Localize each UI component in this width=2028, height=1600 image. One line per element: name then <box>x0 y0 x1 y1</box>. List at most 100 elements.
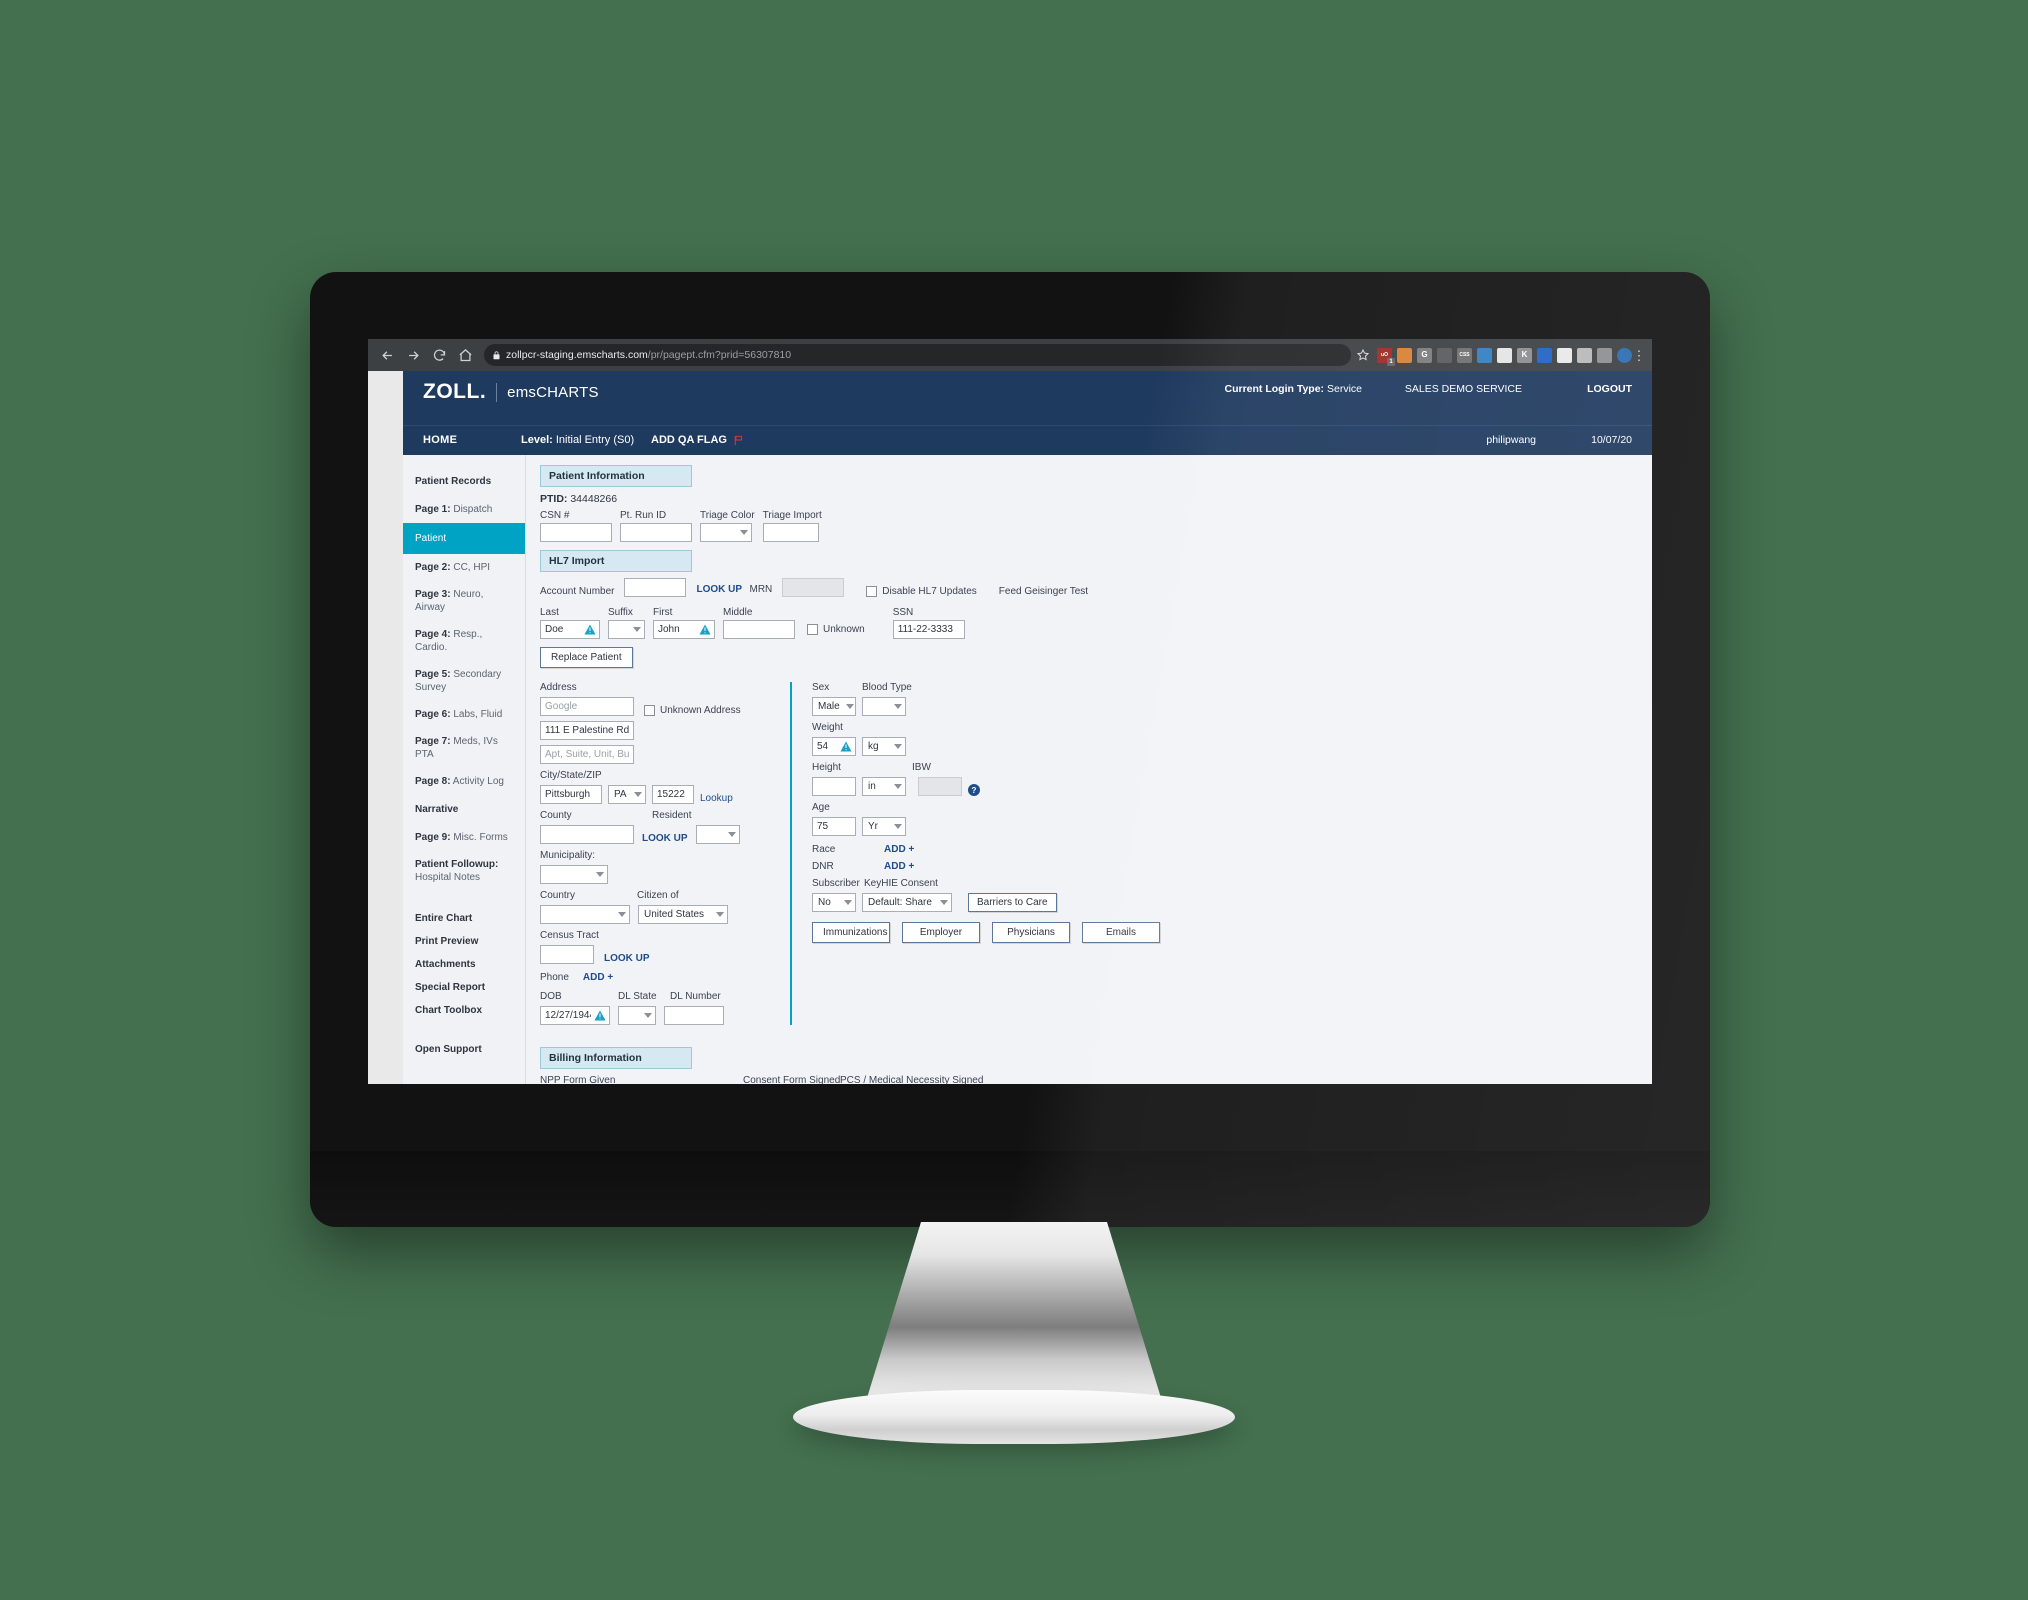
sidebar-item-special-report[interactable]: Special Report <box>403 976 525 999</box>
city-input[interactable] <box>540 785 602 804</box>
profile-avatar-icon[interactable] <box>1617 347 1632 363</box>
immunizations-button[interactable]: Immunizations <box>812 922 890 943</box>
metamask-extension-icon[interactable] <box>1397 347 1412 363</box>
sidebar-item-patient-records[interactable]: Patient Records <box>403 467 525 496</box>
home-icon[interactable] <box>452 342 478 368</box>
dl-number-input[interactable] <box>664 1006 724 1025</box>
pt-run-id-input[interactable] <box>620 523 692 542</box>
ssn-input[interactable] <box>892 620 965 639</box>
unknown-address-checkbox[interactable]: Unknown Address <box>644 705 741 716</box>
middle-name-input[interactable] <box>723 620 795 639</box>
color-page-extension-icon[interactable] <box>1497 347 1512 363</box>
sidebar-item-page-3-neuro-airway[interactable]: Page 3: Neuro, Airway <box>403 581 525 621</box>
triage-color-select[interactable] <box>700 523 752 542</box>
height-input[interactable] <box>812 777 856 796</box>
zip-lookup-link[interactable]: Lookup <box>700 793 733 804</box>
dob-input-wrap[interactable] <box>540 1006 610 1025</box>
triage-import-input[interactable] <box>762 523 819 542</box>
back-arrow-icon[interactable] <box>374 342 400 368</box>
resident-select[interactable] <box>695 825 740 844</box>
zip-input[interactable] <box>652 785 694 804</box>
sidebar-item-chart-toolbox[interactable]: Chart Toolbox <box>403 999 525 1022</box>
census-lookup-link[interactable]: LOOK UP <box>604 953 650 964</box>
highlighter-extension-icon[interactable] <box>1557 347 1572 363</box>
sex-select[interactable]: Male <box>812 697 856 716</box>
extensions-puzzle-icon[interactable] <box>1597 347 1612 363</box>
address-line1-input[interactable] <box>540 721 634 740</box>
menu-level: Level: Initial Entry (S0) <box>521 434 634 446</box>
sidebar-item-entire-chart[interactable]: Entire Chart <box>403 907 525 930</box>
add-qa-flag-button[interactable]: ADD QA FLAG <box>651 434 744 446</box>
age-input[interactable] <box>812 817 856 836</box>
sidebar-item-page-9-misc-forms[interactable]: Page 9: Misc. Forms <box>403 824 525 851</box>
age-unit-value: Yr <box>868 821 878 832</box>
state-select[interactable]: PA <box>608 785 646 804</box>
circle-extension-icon[interactable] <box>1437 347 1452 363</box>
logout-button[interactable]: LOGOUT <box>1587 383 1632 395</box>
weight-input-wrap[interactable] <box>812 737 856 756</box>
age-unit-select[interactable]: Yr <box>862 817 906 836</box>
dob-input[interactable] <box>545 1010 591 1021</box>
emails-button[interactable]: Emails <box>1082 922 1160 943</box>
dl-state-select[interactable] <box>618 1006 656 1025</box>
sidebar-item-page-1-dispatch[interactable]: Page 1: Dispatch <box>403 496 525 523</box>
dnr-add-link[interactable]: ADD + <box>884 861 914 872</box>
mrn-lookup-link[interactable]: LOOK UP <box>696 584 742 595</box>
last-name-input-wrap[interactable] <box>540 620 600 639</box>
k-extension-icon[interactable]: K <box>1517 347 1532 363</box>
grammarly-extension-icon[interactable]: G <box>1417 347 1432 363</box>
sidebar-item-narrative[interactable]: Narrative <box>403 795 525 824</box>
bitwarden-extension-icon[interactable] <box>1537 347 1552 363</box>
name-unknown-checkbox[interactable]: Unknown <box>807 624 865 639</box>
suffix-select[interactable] <box>608 620 645 639</box>
ublock-origin-extension-icon[interactable]: uO 1 <box>1377 347 1395 366</box>
address-search-input[interactable] <box>540 697 634 716</box>
address-line2-input[interactable] <box>540 745 634 764</box>
forward-arrow-icon[interactable] <box>400 342 426 368</box>
barriers-to-care-button[interactable]: Barriers to Care <box>968 893 1057 912</box>
last-name-input[interactable] <box>545 624 581 635</box>
three-dots-icon[interactable]: ⋮ <box>1632 349 1646 362</box>
lastpass-extension-icon[interactable] <box>1577 347 1592 363</box>
height-unit-select[interactable]: in <box>862 777 906 796</box>
menu-home[interactable]: HOME <box>423 434 457 446</box>
css-viewer-extension-icon[interactable]: CSS <box>1457 347 1472 363</box>
keyhie-consent-select[interactable]: Default: Share excludi <box>862 893 952 912</box>
sidebar-item-page-5-secondary-survey[interactable]: Page 5: Secondary Survey <box>403 661 525 701</box>
municipality-select[interactable] <box>540 865 608 884</box>
county-lookup-link[interactable]: LOOK UP <box>642 833 688 844</box>
toolbox-extension-icon[interactable] <box>1477 347 1492 363</box>
weight-input[interactable] <box>817 741 837 752</box>
census-tract-input[interactable] <box>540 945 594 964</box>
help-icon[interactable]: ? <box>968 784 980 796</box>
sidebar-item-page-6-labs-fluid[interactable]: Page 6: Labs, Fluid <box>403 701 525 728</box>
citizen-of-select[interactable]: United States <box>638 905 728 924</box>
disable-hl7-updates-checkbox[interactable]: Disable HL7 Updates <box>866 586 977 597</box>
replace-patient-button[interactable]: Replace Patient <box>540 647 633 668</box>
first-name-input-wrap[interactable] <box>653 620 715 639</box>
sidebar-item-page-2-cc-hpi[interactable]: Page 2: CC, HPI <box>403 554 525 581</box>
blood-type-select[interactable] <box>862 697 906 716</box>
sidebar-item-patient[interactable]: Patient <box>403 523 525 554</box>
county-input[interactable] <box>540 825 634 844</box>
reload-icon[interactable] <box>426 342 452 368</box>
sidebar-item-page-7-meds-ivs-pta[interactable]: Page 7: Meds, IVs PTA <box>403 728 525 768</box>
subscriber-select[interactable]: No <box>812 893 856 912</box>
account-number-input[interactable] <box>624 578 687 597</box>
star-icon[interactable] <box>1353 345 1373 365</box>
address-bar[interactable]: zollpcr-staging.emscharts.com/pr/pagept.… <box>484 344 1351 366</box>
csn-input[interactable] <box>540 523 612 542</box>
sidebar-item-page-4-resp-cardio[interactable]: Page 4: Resp., Cardio. <box>403 621 525 661</box>
weight-unit-select[interactable]: kg <box>862 737 906 756</box>
sidebar-item-open-support[interactable]: Open Support <box>403 1038 525 1061</box>
employer-button[interactable]: Employer <box>902 922 980 943</box>
sidebar-item-patient-followup-hospital-notes[interactable]: Patient Followup: Hospital Notes <box>403 851 525 891</box>
country-select[interactable] <box>540 905 630 924</box>
first-name-input[interactable] <box>658 624 696 635</box>
physicians-button[interactable]: Physicians <box>992 922 1070 943</box>
race-add-link[interactable]: ADD + <box>884 844 914 855</box>
sidebar-item-page-8-activity-log[interactable]: Page 8: Activity Log <box>403 768 525 795</box>
phone-add-link[interactable]: ADD + <box>583 972 613 983</box>
sidebar-item-attachments[interactable]: Attachments <box>403 953 525 976</box>
sidebar-item-print-preview[interactable]: Print Preview <box>403 930 525 953</box>
